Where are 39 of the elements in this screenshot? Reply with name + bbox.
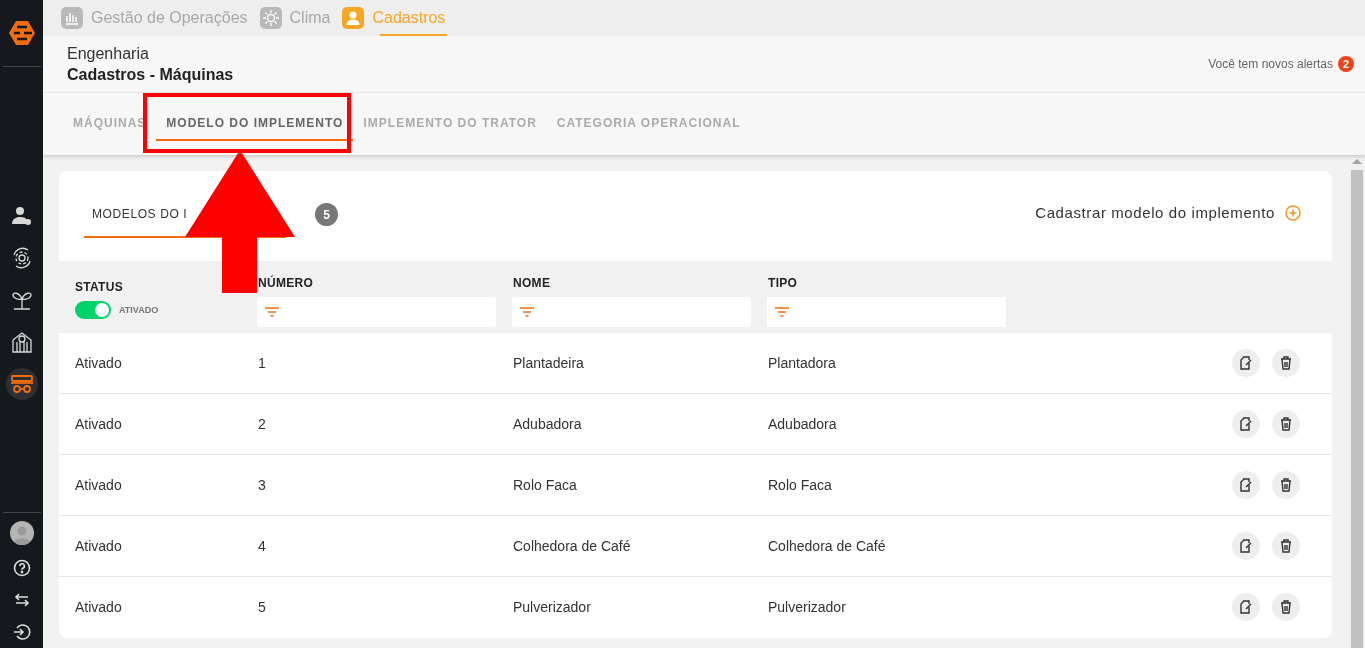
add-model-link[interactable]: Cadastrar modelo do implemento: [1035, 204, 1301, 221]
column-header: NOME: [513, 276, 552, 290]
nav-tab[interactable]: Cadastros: [340, 0, 448, 36]
count-badge: 5: [315, 203, 338, 226]
table-cell-text: Colhedora de Café: [768, 538, 887, 554]
table-cell-text: Ativado: [75, 599, 123, 615]
sub-tab-label[interactable]: MODELOS DO I: [92, 207, 188, 221]
page-title: Cadastros - Máquinas: [67, 65, 234, 84]
tab[interactable]: MODELO DO IMPLEMENTO: [156, 93, 354, 141]
toggle-label: ATIVADO: [119, 305, 159, 315]
nav-tab[interactable]: Clima: [257, 0, 333, 36]
column-header: STATUS: [75, 280, 125, 294]
table-cell-text: Ativado: [75, 477, 123, 493]
column-header: NÚMERO: [258, 276, 315, 290]
table-cell-text: Rolo Faca: [768, 477, 833, 493]
table-cell-text: Pulverizador: [768, 599, 847, 615]
table-cell-text: Ativado: [75, 538, 123, 554]
table-cell-text: Adubadora: [768, 416, 838, 432]
table-cell-text: Plantadora: [768, 355, 837, 371]
column-header: TIPO: [768, 276, 799, 290]
table-cell-text: Plantadeira: [513, 355, 585, 371]
table-cell-text: Colhedora de Café: [513, 538, 632, 554]
table-cell-text: 4: [258, 538, 267, 554]
table-cell-text: 3: [258, 477, 267, 493]
tab[interactable]: CATEGORIA OPERACIONAL: [546, 93, 751, 141]
table-cell-text: Adubadora: [513, 416, 583, 432]
tab[interactable]: IMPLEMENTO DO TRATOR: [353, 93, 547, 141]
table-cell-text: Ativado: [75, 416, 123, 432]
table-cell-text: 2: [258, 416, 267, 432]
section-label: Engenharia: [67, 44, 150, 63]
alert-count-badge: 2: [1338, 56, 1354, 72]
tab[interactable]: MÁQUINAS: [63, 93, 157, 141]
nav-tab[interactable]: Gestão de Operações: [59, 0, 250, 36]
table-cell-text: Rolo Faca: [513, 477, 578, 493]
alerts-link[interactable]: Você tem novos alertas: [1208, 57, 1333, 71]
table-cell-text: Pulverizador: [513, 599, 592, 615]
table-cell-text: 5: [258, 599, 267, 615]
table-cell-text: Ativado: [75, 355, 123, 371]
table-cell-text: 1: [258, 355, 267, 371]
